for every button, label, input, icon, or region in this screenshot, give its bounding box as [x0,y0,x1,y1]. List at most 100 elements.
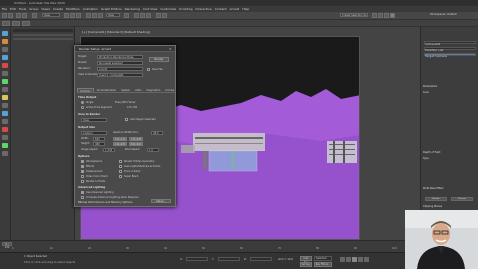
scale-icon[interactable] [98,13,103,18]
render-fields-checkbox[interactable] [81,180,84,183]
dialog-tab[interactable]: System [119,88,132,92]
render-button[interactable]: Render [149,57,169,62]
dialog-tab[interactable]: AOVs [133,88,143,92]
menu-item[interactable]: Modifiers [66,7,80,11]
render-setup-icon[interactable] [378,13,383,18]
menu-item[interactable]: Arnold [230,7,240,11]
menu-item[interactable]: Help [242,7,249,11]
unlink-icon[interactable] [22,13,27,18]
atmospherics-checkbox[interactable] [81,160,84,163]
res-640-button[interactable]: 640x480 [113,142,127,146]
dof-rollout[interactable]: Depth of Field [423,151,477,154]
ribbon-modeling-icon[interactable] [2,21,10,26]
auto-key-button[interactable]: Auto Key [300,256,312,264]
ribbon-selection-icon[interactable] [22,21,30,26]
displacement-checkbox[interactable] [81,170,84,173]
auto-region-checkbox[interactable] [125,118,128,121]
compute-adv-lighting-checkbox[interactable] [81,196,84,199]
menu-item[interactable]: Animation [83,7,98,11]
mirror-icon[interactable] [156,13,161,18]
coord-z-field[interactable] [250,257,272,261]
workspace-selector[interactable]: Workspaces: Default [430,13,457,17]
shape-tool-icon[interactable] [2,71,8,76]
coord-y-field[interactable] [218,257,240,261]
hierarchy-tool-icon[interactable] [2,111,8,116]
camera-tool-icon[interactable] [2,47,8,52]
selection-filter-dropdown[interactable]: View [42,13,60,17]
scene-tool-icon[interactable] [2,151,8,156]
select-object-icon[interactable] [64,13,69,18]
bind-space-warp-icon[interactable] [32,13,37,18]
menu-item[interactable]: Scripting [179,7,192,11]
video-color-checkbox[interactable] [81,175,84,178]
height-field[interactable]: 480 [93,142,105,146]
preset-dropdown[interactable]: No preset selected [97,61,143,65]
dialog-tab[interactable]: Common [77,88,94,93]
align-icon[interactable] [162,13,167,18]
go-to-end-icon[interactable] [364,257,369,262]
render-production-icon[interactable] [390,13,395,18]
hidden-geo-checkbox[interactable] [119,160,122,163]
view-to-render-dropdown[interactable]: Quad 4 - Camera01 [97,73,143,77]
width-field[interactable]: 640 [93,137,105,141]
close-icon[interactable]: ✕ [169,47,173,51]
rotate-icon[interactable] [92,13,97,18]
dialog-tab[interactable]: Archive [163,88,176,92]
viewport-label[interactable]: [+] [Camera01] [Standard] [Default Shadi… [82,30,150,34]
hide-tool-icon[interactable] [2,127,8,132]
time-slider[interactable]: 0 / 100 [2,242,12,249]
create-tool-icon[interactable] [2,39,8,44]
image-aspect-field[interactable]: 1.333 [103,148,115,152]
system-tool-icon[interactable] [2,87,8,92]
menu-item[interactable]: Group [29,7,38,11]
reference-coordinate-dropdown[interactable]: View [106,13,120,17]
link-icon[interactable] [16,13,21,18]
layer-tool-icon[interactable] [2,143,8,148]
select-tool-icon[interactable] [2,31,8,36]
go-to-start-icon[interactable] [340,257,345,262]
menu-item[interactable]: Interactive [196,7,212,11]
undo-icon[interactable] [2,13,7,18]
area-lights-checkbox[interactable] [119,165,122,168]
spacewarp-tool-icon[interactable] [2,95,8,100]
cp-render-button[interactable]: Render [425,197,447,201]
renderer-dropdown[interactable]: Arnold [97,67,143,71]
render-setup-dialog[interactable]: Render Setup: Arnold ✕ Target: Productio… [74,45,176,207]
scene-item[interactable] [13,34,73,36]
menu-item[interactable]: Graph Editors [101,7,122,11]
dialog-tab[interactable]: Diagnostics [144,88,162,92]
use-adv-lighting-checkbox[interactable] [81,191,84,194]
active-segment-radio[interactable] [81,106,84,109]
force-2sided-checkbox[interactable] [119,170,122,173]
menu-item[interactable]: Rendering [125,7,140,11]
setup-button[interactable]: Setup... [151,199,171,203]
menu-item[interactable]: Customize [160,7,176,11]
percent-snap-icon[interactable] [146,13,151,18]
geometry-tool-icon[interactable] [2,79,8,84]
next-frame-icon[interactable] [358,257,363,262]
light-tool-icon[interactable] [2,55,8,60]
pivot-icon[interactable] [124,13,129,18]
key-filters-button[interactable]: Key Filters... [314,262,332,267]
filter-tool-icon[interactable] [2,103,8,108]
dialog-tab[interactable]: Arnold Renderer [95,88,118,92]
cp-preview-button[interactable]: Preview [451,197,473,201]
coord-x-field[interactable] [186,257,208,261]
modifier-list-dropdown[interactable]: Modifier List [424,47,476,52]
select-by-name-icon[interactable] [70,13,75,18]
selection-set-dropdown[interactable]: Create Selection Se [340,13,368,17]
pixel-aspect-field[interactable]: 1.0 [147,148,159,152]
menu-item[interactable]: Edit [10,7,16,11]
menu-item[interactable]: Create [53,7,63,11]
aperture-field[interactable]: 36.0 [151,131,163,135]
single-radio[interactable] [81,101,84,104]
menu-item[interactable]: File [2,7,7,11]
ribbon-freeform-icon[interactable] [12,21,20,26]
freeze-tool-icon[interactable] [2,135,8,140]
redo-icon[interactable] [8,13,13,18]
menu-item[interactable]: Civil View [143,7,157,11]
save-file-checkbox[interactable] [147,68,150,71]
rectangle-selection-icon[interactable] [76,13,81,18]
snap-icon[interactable] [134,13,139,18]
previous-frame-icon[interactable] [346,257,351,262]
